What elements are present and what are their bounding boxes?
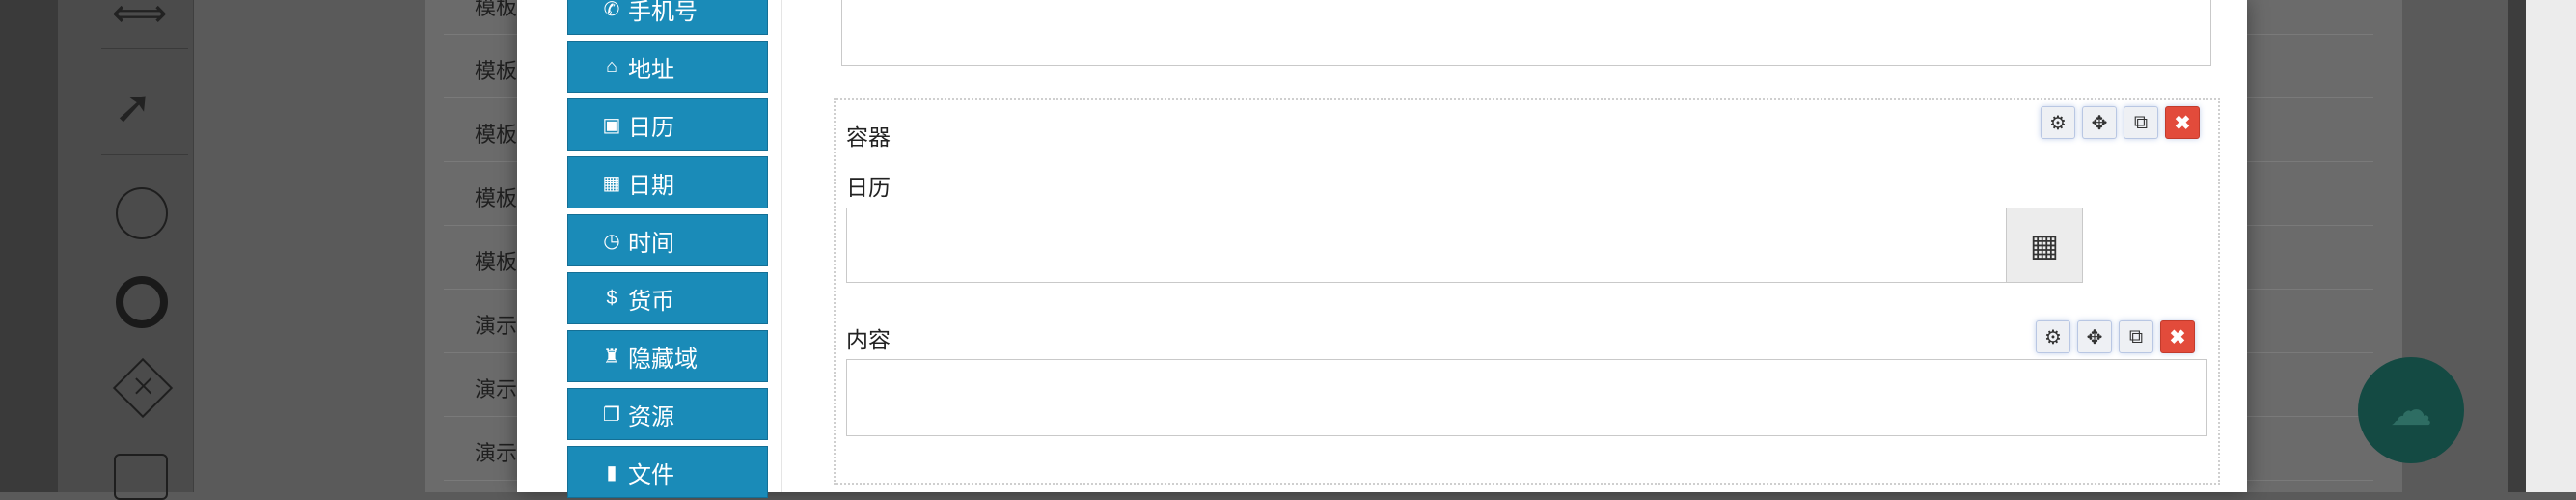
field-type-label: 手机号 — [628, 0, 698, 25]
move-icon: ✥ — [2091, 112, 2108, 134]
file-icon: ▮ — [606, 461, 617, 484]
menu-divider — [781, 0, 782, 492]
container-popout-button[interactable]: ⧉ — [2124, 106, 2158, 139]
close-icon: ✖ — [2174, 112, 2191, 134]
palette-separator — [101, 48, 188, 49]
container-delete-button[interactable]: ✖ — [2165, 106, 2200, 139]
palette-separator — [101, 154, 188, 155]
field-type-label: 地址 — [628, 56, 674, 83]
field-type-phone[interactable]: ✆ 手机号 — [567, 0, 768, 35]
dollar-icon: $ — [606, 287, 617, 309]
calendar-addon-button[interactable]: ▦ — [2006, 208, 2083, 283]
content-popout-button[interactable]: ⧉ — [2119, 320, 2153, 353]
field-type-currency[interactable]: $ 货币 — [567, 272, 768, 324]
content-delete-button[interactable]: ✖ — [2160, 320, 2195, 353]
end-event-icon[interactable] — [116, 276, 168, 328]
calendar-input[interactable] — [846, 208, 2007, 283]
user-task-icon[interactable] — [114, 454, 168, 500]
container-toolbar: ⚙ ✥ ⧉ ✖ — [2041, 106, 2200, 139]
field-type-calendar[interactable]: ▣ 日历 — [567, 98, 768, 151]
home-icon: ⌂ — [605, 55, 618, 77]
field-type-file[interactable]: ▮ 文件 — [567, 446, 768, 498]
textarea-field[interactable] — [841, 0, 2211, 66]
field-type-label: 隐藏域 — [628, 346, 698, 373]
phone-icon: ✆ — [603, 0, 620, 20]
calendar-icon: ▦ — [2029, 228, 2060, 263]
field-type-date[interactable]: ▦ 日期 — [567, 156, 768, 208]
resize-horizontal-icon[interactable]: ⟺ — [112, 0, 167, 33]
clone-icon: ❐ — [603, 403, 620, 426]
content-toolbar: ⚙ ✥ ⧉ ✖ — [2036, 320, 2195, 353]
list-item-label: 模板 — [475, 0, 518, 19]
calendar-icon: ▦ — [602, 172, 621, 194]
field-type-label: 资源 — [628, 403, 674, 431]
field-type-hidden[interactable]: ♜ 隐藏域 — [567, 330, 768, 382]
date-field-label: 日历 — [846, 175, 891, 200]
content-settings-button[interactable]: ⚙ — [2036, 320, 2070, 353]
field-type-time[interactable]: ◷ 时间 — [567, 214, 768, 266]
field-type-label: 文件 — [628, 461, 674, 488]
start-event-icon[interactable] — [116, 187, 168, 239]
user-secret-icon: ♜ — [603, 346, 620, 368]
list-item-label: 演示 — [475, 314, 518, 338]
container-settings-button[interactable]: ⚙ — [2041, 106, 2075, 139]
external-link-icon: ⧉ — [2133, 111, 2149, 133]
field-type-label: 日历 — [628, 114, 674, 141]
move-icon: ✥ — [2086, 326, 2103, 348]
close-icon: ✖ — [2169, 326, 2186, 348]
upload-fab-button[interactable]: ☁ — [2358, 357, 2464, 463]
gear-icon: ⚙ — [2049, 112, 2067, 134]
container-move-button[interactable]: ✥ — [2082, 106, 2117, 139]
list-item-label: 模板 — [475, 59, 518, 83]
list-item-label: 演示 — [475, 441, 518, 465]
calendar-plus-icon: ▣ — [602, 114, 621, 136]
field-type-label: 货币 — [628, 288, 674, 315]
bpmn-palette: ⟺ ➚ — [58, 0, 194, 500]
content-move-button[interactable]: ✥ — [2077, 320, 2112, 353]
content-input[interactable] — [846, 359, 2207, 436]
window-left-edge — [0, 0, 58, 492]
gateway-icon[interactable] — [112, 357, 174, 419]
container-label: 容器 — [846, 125, 891, 150]
list-item-label: 模板 — [475, 186, 518, 210]
external-link-icon: ⧉ — [2128, 325, 2144, 347]
window-right-border — [2508, 0, 2526, 492]
field-type-address[interactable]: ⌂ 地址 — [567, 41, 768, 93]
gear-icon: ⚙ — [2044, 326, 2062, 348]
field-type-label: 日期 — [628, 172, 674, 199]
content-field-label: 内容 — [846, 327, 891, 352]
connector-arrow-icon[interactable]: ➚ — [114, 85, 152, 131]
cloud-upload-icon: ☁ — [2390, 386, 2432, 434]
field-type-label: 时间 — [628, 230, 674, 257]
clock-icon: ◷ — [603, 230, 620, 252]
list-item-label: 模板 — [475, 250, 518, 274]
field-type-resource[interactable]: ❐ 资源 — [567, 388, 768, 440]
list-item-label: 演示 — [475, 377, 518, 402]
list-item-label: 模板 — [475, 123, 518, 147]
